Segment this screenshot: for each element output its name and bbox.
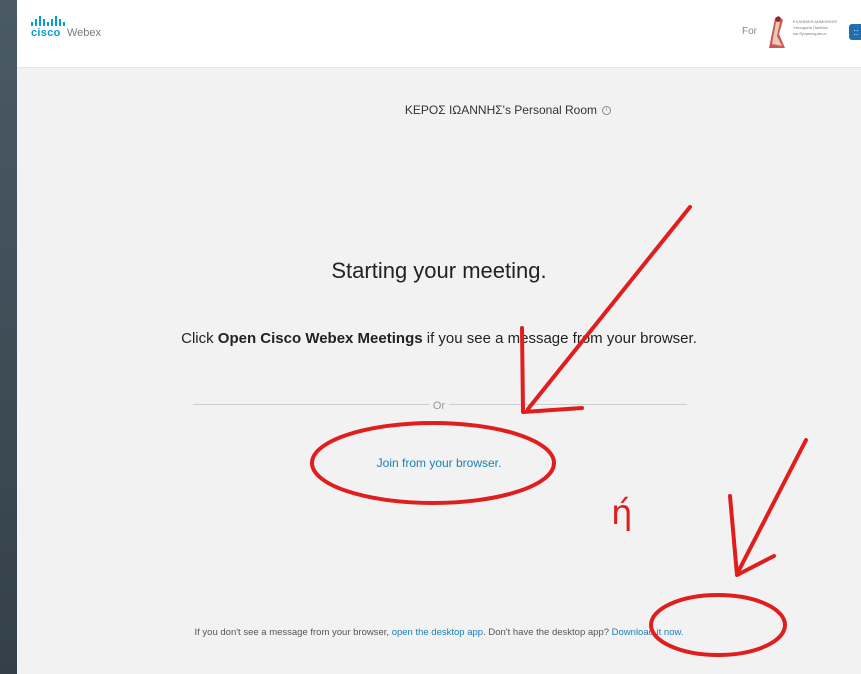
ministry-logo: ΕΛΛΗΝΙΚΗ ΔΗΜΟΚΡΑΤΙΑ Υπουργείο Παιδείας κ… bbox=[765, 14, 837, 50]
download-now-link[interactable]: Download it now. bbox=[612, 627, 684, 638]
info-icon[interactable]: i bbox=[602, 106, 611, 115]
or-label: Or bbox=[428, 400, 450, 412]
join-from-browser-link[interactable]: Join from your browser. bbox=[17, 456, 861, 470]
footer-text-2: . Don't have the desktop app? bbox=[483, 627, 612, 638]
top-bar: cisco Webex For ΕΛΛΗΝΙΚΗ ΔΗΜΟΚΡΑΤΙΑ Υπου… bbox=[17, 0, 861, 68]
webex-page: cisco Webex For ΕΛΛΗΝΙΚΗ ΔΗΜΟΚΡΑΤΙΑ Υπου… bbox=[17, 0, 861, 674]
left-window-edge bbox=[0, 0, 17, 674]
webex-wordmark: Webex bbox=[67, 27, 102, 39]
open-desktop-app-link[interactable]: open the desktop app bbox=[392, 627, 483, 638]
footer-help-text: If you don't see a message from your bro… bbox=[17, 627, 861, 638]
open-app-instruction: Click Open Cisco Webex Meetings if you s… bbox=[17, 330, 861, 347]
ministry-emblem-icon bbox=[769, 16, 785, 48]
ministry-logo-line: και Θρησκευμάτων bbox=[793, 31, 827, 36]
starting-meeting-heading: Starting your meeting. bbox=[331, 258, 547, 283]
cisco-wordmark: cisco bbox=[31, 27, 61, 39]
grid-menu-icon[interactable]: :: bbox=[849, 24, 861, 40]
handwritten-or-note: ή bbox=[611, 493, 633, 533]
cisco-webex-logo: cisco Webex bbox=[31, 16, 151, 50]
personal-room-title: ΚΕΡΟΣ ΙΩΑΝΝΗΣ's Personal Room bbox=[404, 103, 597, 117]
instruction-prefix: Click bbox=[181, 330, 218, 347]
or-divider: Or bbox=[17, 396, 861, 414]
cisco-bars-icon bbox=[31, 16, 65, 26]
instruction-suffix: if you see a message from your browser. bbox=[422, 330, 697, 347]
footer-text-1: If you don't see a message from your bro… bbox=[194, 627, 392, 638]
ministry-logo-text: ΕΛΛΗΝΙΚΗ ΔΗΜΟΚΡΑΤΙΑ Υπουργείο Παιδείας κ… bbox=[793, 19, 837, 37]
for-label: For bbox=[742, 26, 757, 37]
instruction-app-name: Open Cisco Webex Meetings bbox=[217, 330, 423, 347]
